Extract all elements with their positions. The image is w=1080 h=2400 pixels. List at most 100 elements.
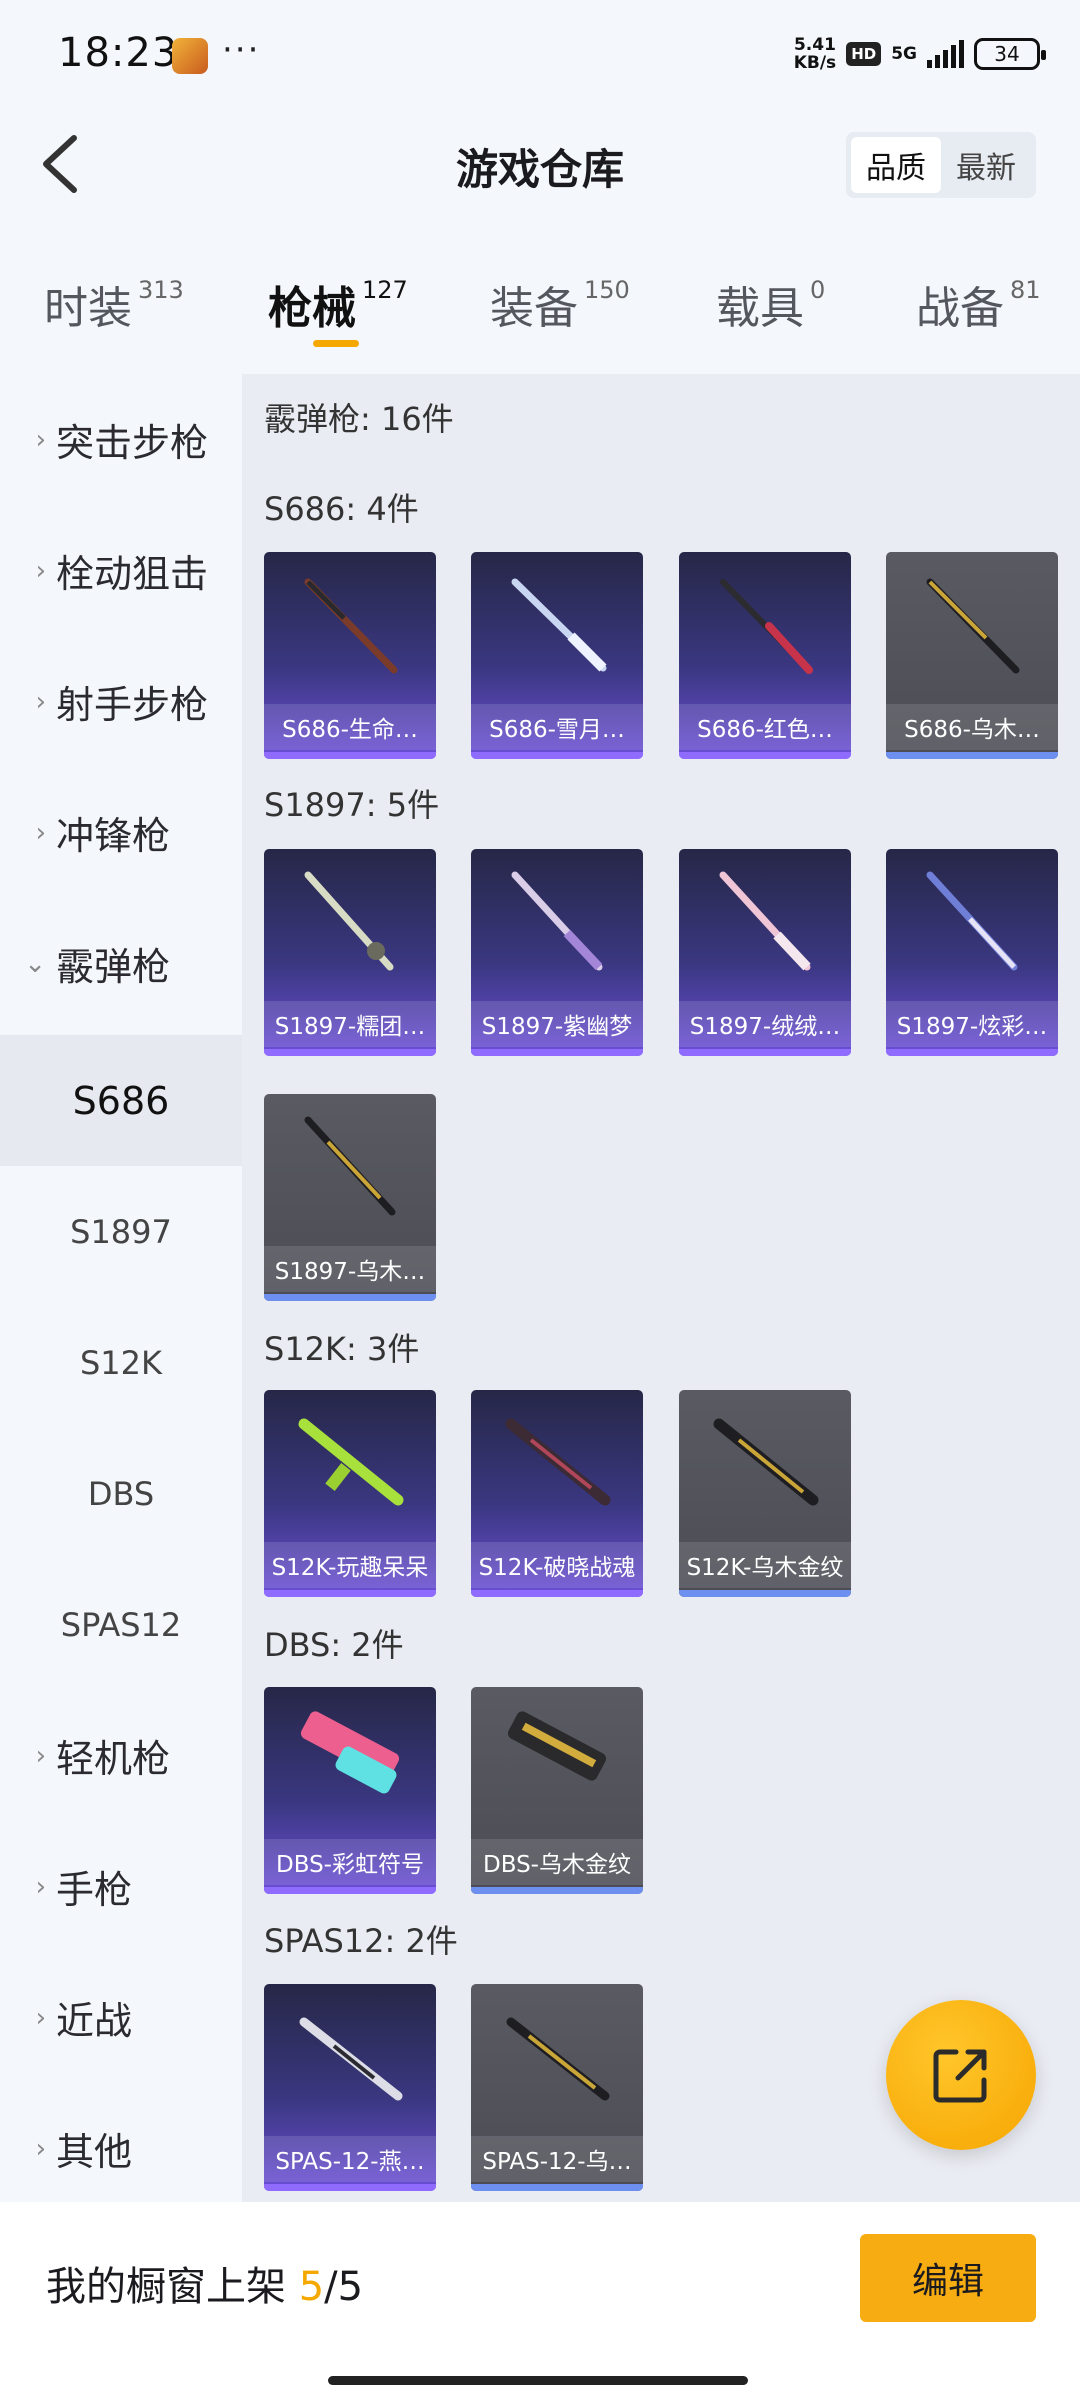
sidebar-category-bolt-sniper[interactable]: › 栓动狙击: [0, 505, 242, 636]
edit-button[interactable]: 编辑: [860, 2234, 1036, 2322]
chevron-right-icon: ›: [35, 817, 46, 848]
sidebar-sub-dbs[interactable]: DBS: [0, 1428, 242, 1559]
quality-bar: [471, 1887, 643, 1894]
network-type: 5G: [891, 44, 917, 64]
sidebar-category-melee[interactable]: › 近战: [0, 1952, 242, 2083]
sidebar-category-shotgun[interactable]: ⌄ 霰弹枪: [0, 898, 242, 1029]
item-label: S12K-玩趣呆呆: [264, 1542, 436, 1588]
tab-count: 313: [138, 276, 184, 304]
tab-count: 81: [1010, 276, 1041, 304]
quality-bar: [679, 1590, 851, 1597]
tab-firearms[interactable]: 枪械 127: [268, 272, 408, 336]
shotgun-skin-icon: [304, 578, 398, 674]
item-card[interactable]: S1897-糯团…: [264, 849, 436, 1056]
network-speed-value: 5.41: [793, 35, 836, 55]
sidebar-category-label: 霰弹枪: [56, 945, 171, 989]
item-card[interactable]: S12K-玩趣呆呆: [264, 1390, 436, 1597]
sidebar-category-pistol[interactable]: › 手枪: [0, 1821, 242, 1952]
item-label: S1897-乌木…: [264, 1246, 436, 1292]
quality-bar: [471, 2184, 643, 2191]
category-tabs: 时装 313 枪械 127 装备 150 载具 0 战备 81: [0, 250, 1080, 360]
item-card[interactable]: S1897-紫幽梦: [471, 849, 643, 1056]
quality-bar: [679, 752, 851, 759]
item-grid: 霰弹枪: 16件 S686: 4件 S686-生命… S686-雪月… S686…: [242, 374, 1080, 2202]
sidebar-category-lmg[interactable]: › 轻机枪: [0, 1690, 242, 1821]
group-title-dbs: DBS: 2件: [264, 1626, 404, 1664]
group-title-s686: S686: 4件: [264, 490, 419, 528]
tab-label: 时装: [44, 283, 132, 334]
tab-fashion[interactable]: 时装 313: [44, 272, 184, 336]
item-card[interactable]: SPAS-12-燕…: [264, 1984, 436, 2191]
group-title-spas12: SPAS12: 2件: [264, 1922, 458, 1960]
item-label: S1897-紫幽梦: [471, 1001, 643, 1047]
item-label: S1897-炫彩…: [886, 1001, 1058, 1047]
sidebar-category-smg[interactable]: › 冲锋枪: [0, 767, 242, 898]
tab-label: 载具: [716, 283, 804, 334]
sidebar-sub-spas12[interactable]: SPAS12: [0, 1559, 242, 1690]
sidebar-category-label: 近战: [56, 1999, 133, 2043]
sidebar-sub-s686[interactable]: S686: [0, 1035, 242, 1166]
shotgun-skin-icon: [304, 1116, 396, 1216]
hd-badge: HD: [846, 42, 882, 66]
shotgun-skin-icon: [299, 2017, 403, 2101]
item-label: S1897-糯团…: [264, 1001, 436, 1047]
chevron-right-icon: ›: [35, 555, 46, 586]
item-card[interactable]: S1897-炫彩…: [886, 849, 1058, 1056]
shotgun-skin-icon: [511, 578, 607, 672]
chevron-right-icon: ›: [35, 2002, 46, 2033]
rifle-skin-icon: [713, 1418, 819, 1506]
shotgun-skin-icon: [511, 871, 603, 971]
quality-bar: [886, 752, 1058, 759]
sort-quality-button[interactable]: 品质: [851, 137, 941, 193]
sort-toggle: 品质 最新: [846, 132, 1036, 198]
chevron-down-icon: ⌄: [24, 948, 46, 979]
sidebar-category-label: 突击步枪: [56, 421, 209, 465]
status-time: 18:23: [58, 30, 179, 76]
shotgun-skin-icon: [507, 1711, 607, 1781]
item-card[interactable]: S1897-绒绒…: [679, 849, 851, 1056]
tab-label: 装备: [490, 283, 578, 334]
sidebar-sub-s1897[interactable]: S1897: [0, 1166, 242, 1297]
item-card[interactable]: DBS-乌木金纹: [471, 1687, 643, 1894]
tab-count: 127: [362, 276, 408, 304]
share-button[interactable]: [886, 2000, 1036, 2150]
item-card[interactable]: DBS-彩虹符号: [264, 1687, 436, 1894]
sidebar-category-marksman-rifle[interactable]: › 射手步枪: [0, 636, 242, 767]
shotgun-skin-icon: [926, 871, 1018, 971]
item-card[interactable]: S12K-乌木金纹: [679, 1390, 851, 1597]
active-tab-indicator: [313, 340, 359, 347]
item-card[interactable]: S686-红色…: [679, 552, 851, 759]
item-card[interactable]: S1897-乌木…: [264, 1094, 436, 1301]
group-title-s12k: S12K: 3件: [264, 1330, 420, 1368]
sidebar-category-other[interactable]: › 其他: [0, 2083, 242, 2214]
quality-bar: [886, 1049, 1058, 1056]
item-label: S1897-绒绒…: [679, 1001, 851, 1047]
item-label: S686-雪月…: [471, 704, 643, 750]
sidebar-category-label: 手枪: [56, 1868, 133, 1912]
tab-vehicles[interactable]: 载具 0: [716, 272, 825, 336]
sort-newest-button[interactable]: 最新: [941, 137, 1031, 193]
item-card[interactable]: S686-雪月…: [471, 552, 643, 759]
shotgun-skin-icon: [926, 578, 1020, 674]
tab-equipment[interactable]: 装备 150: [490, 272, 630, 336]
item-card[interactable]: S686-生命…: [264, 552, 436, 759]
quality-bar: [264, 1049, 436, 1056]
tab-supplies[interactable]: 战备 81: [916, 272, 1041, 336]
sidebar: › 突击步枪 › 栓动狙击 › 射手步枪 › 冲锋枪 ⌄ 霰弹枪 S686 S1…: [0, 374, 242, 2202]
chevron-right-icon: ›: [35, 686, 46, 717]
header: 游戏仓库 品质 最新: [0, 110, 1080, 220]
quality-bar: [264, 1590, 436, 1597]
sidebar-category-label: 射手步枪: [56, 683, 209, 727]
showcase-label: 我的橱窗上架: [46, 2264, 286, 2310]
item-label: DBS-彩虹符号: [264, 1839, 436, 1885]
item-card[interactable]: SPAS-12-乌…: [471, 1984, 643, 2191]
item-label: S12K-乌木金纹: [679, 1542, 851, 1588]
item-card[interactable]: S12K-破晓战魂: [471, 1390, 643, 1597]
sidebar-category-assault-rifle[interactable]: › 突击步枪: [0, 374, 242, 505]
item-card[interactable]: S686-乌木…: [886, 552, 1058, 759]
chevron-right-icon: ›: [35, 1871, 46, 1902]
home-indicator[interactable]: [328, 2376, 748, 2385]
sidebar-sub-s12k[interactable]: S12K: [0, 1297, 242, 1428]
battery-level: 34: [994, 42, 1020, 66]
battery-icon: 34: [974, 38, 1046, 70]
